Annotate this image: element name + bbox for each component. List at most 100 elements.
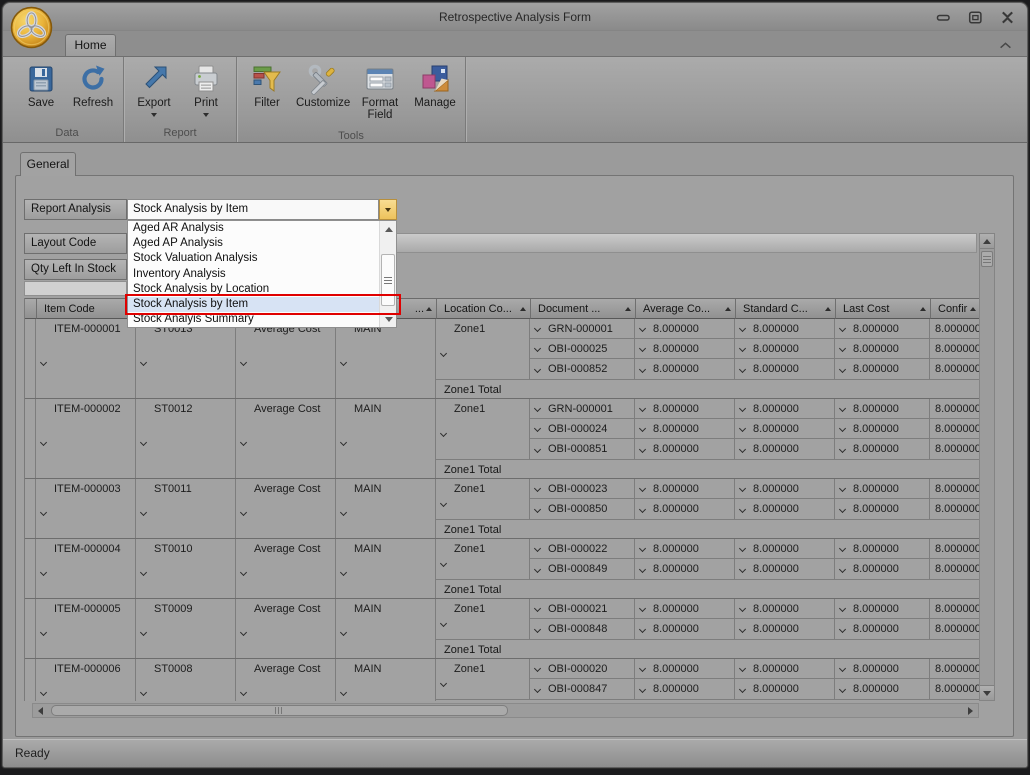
ribbon-button-format-field[interactable]: Format Field [351,59,409,129]
cell-document[interactable]: OBI-000021 [530,599,635,618]
cell-last-cost[interactable]: 8.000000 [835,559,930,579]
vertical-scrollbar[interactable] [979,233,995,701]
cell-standard-cost[interactable]: 8.000000 [735,619,835,639]
column-header-location-co[interactable]: Location Co... [437,299,531,319]
cell-average-cost[interactable]: 8.000000 [635,559,735,579]
cell-confirmed-cost[interactable]: 8.000000 [930,439,979,459]
cell-document[interactable]: OBI-000850 [530,499,635,519]
cell-standard-cost[interactable]: 8.000000 [735,419,835,438]
cell-average-cost[interactable]: 8.000000 [635,539,735,558]
cell-last-cost[interactable]: 8.000000 [835,619,930,639]
cell-confirmed-cost[interactable]: 8.000000 [930,479,979,498]
cell-confirmed-cost[interactable]: 8.000000 [930,559,979,579]
cell-location[interactable]: MAIN [336,599,436,658]
tab-home[interactable]: Home [65,34,116,56]
cell-last-cost[interactable]: 8.000000 [835,659,930,678]
scroll-left-button[interactable] [33,704,48,717]
cell-standard-cost[interactable]: 8.000000 [735,539,835,558]
minimize-button[interactable] [936,11,951,24]
cell-confirmed-cost[interactable]: 8.000000 [930,619,979,639]
cell-average-cost[interactable]: 8.000000 [635,679,735,699]
ribbon-button-print[interactable]: Print [180,59,232,126]
cell-last-cost[interactable]: 8.000000 [835,439,930,459]
cell-standard-cost[interactable]: 8.000000 [735,559,835,579]
cell-confirmed-cost[interactable]: 8.000000 [930,399,979,418]
row-indicator[interactable] [25,479,36,538]
tab-general[interactable]: General [20,152,76,176]
cell-last-cost[interactable]: 8.000000 [835,679,930,699]
cell-standard-cost[interactable]: 8.000000 [735,479,835,498]
cell-zone[interactable]: Zone1 [436,319,530,379]
cell-last-cost[interactable]: 8.000000 [835,399,930,418]
dropdown-option[interactable]: Stock Analysis by Item [128,296,379,313]
cell-document[interactable]: OBI-000852 [530,359,635,379]
cell-document[interactable]: OBI-000020 [530,659,635,678]
title-bar[interactable]: Retrospective Analysis Form [3,3,1027,31]
cell-confirmed-cost[interactable]: 8.000000 [930,359,979,379]
column-header-standard-c[interactable]: Standard C... [736,299,836,319]
cell-document[interactable]: GRN-000001 [530,319,635,338]
close-button[interactable] [1000,11,1015,24]
cell-stock-code[interactable]: ST0008 [136,659,236,701]
cell-standard-cost[interactable]: 8.000000 [735,599,835,618]
dropdown-option[interactable]: Stock Valuation Analysis [128,251,379,266]
cell-last-cost[interactable]: 8.000000 [835,479,930,498]
cell-average-cost[interactable]: 8.000000 [635,439,735,459]
restore-button[interactable] [968,11,983,24]
cell-confirmed-cost[interactable]: 8.000000 [930,539,979,558]
cell-zone[interactable]: Zone1 [436,659,530,699]
cell-location[interactable]: MAIN [336,479,436,538]
column-header-last-cost[interactable]: Last Cost [836,299,931,319]
cell-average-cost[interactable]: 8.000000 [635,339,735,358]
cell-location[interactable]: MAIN [336,399,436,478]
scroll-up-button[interactable] [381,222,396,236]
column-header-document[interactable]: Document ... [531,299,636,319]
cell-stock-code[interactable]: ST0009 [136,599,236,658]
ribbon-button-refresh[interactable]: Refresh [67,59,119,126]
cell-confirmed-cost[interactable]: 8.000000 [930,659,979,678]
cell-average-cost[interactable]: 8.000000 [635,619,735,639]
horizontal-scroll-thumb[interactable] [51,705,508,716]
combo-dropdown-button[interactable] [379,199,397,220]
row-indicator[interactable] [25,599,36,658]
cell-standard-cost[interactable]: 8.000000 [735,359,835,379]
row-indicator[interactable] [25,319,36,398]
cell-last-cost[interactable]: 8.000000 [835,419,930,438]
cell-average-cost[interactable]: 8.000000 [635,399,735,418]
dropdown-scrollbar[interactable] [379,221,396,327]
cell-average-cost[interactable]: 8.000000 [635,419,735,438]
cell-zone[interactable]: Zone1 [436,539,530,579]
cell-document[interactable]: GRN-000001 [530,399,635,418]
cell-zone[interactable]: Zone1 [436,479,530,519]
cell-last-cost[interactable]: 8.000000 [835,599,930,618]
dropdown-option[interactable]: Aged AR Analysis [128,221,379,236]
cell-zone[interactable]: Zone1 [436,399,530,459]
cell-standard-cost[interactable]: 8.000000 [735,399,835,418]
cell-item-code[interactable]: ITEM-000005 [36,599,136,658]
cell-average-cost[interactable]: 8.000000 [635,659,735,678]
dropdown-option[interactable]: Aged AP Analysis [128,236,379,251]
cell-standard-cost[interactable]: 8.000000 [735,319,835,338]
qty-left-in-stock-field[interactable] [24,281,127,296]
cell-average-cost[interactable]: 8.000000 [635,499,735,519]
cell-item-code[interactable]: ITEM-000006 [36,659,136,701]
cell-last-cost[interactable]: 8.000000 [835,339,930,358]
cell-location[interactable]: MAIN [336,539,436,598]
row-indicator[interactable] [25,659,36,701]
cell-location[interactable]: MAIN [336,659,436,701]
cell-average-cost[interactable]: 8.000000 [635,479,735,498]
row-indicator[interactable] [25,539,36,598]
app-logo-icon[interactable] [9,5,54,50]
ribbon-button-save[interactable]: Save [15,59,67,126]
dropdown-option[interactable]: Stock Analysis by Location [128,282,379,297]
cell-standard-cost[interactable]: 8.000000 [735,679,835,699]
cell-document[interactable]: OBI-000851 [530,439,635,459]
dropdown-scroll-thumb[interactable] [381,254,395,306]
cell-last-cost[interactable]: 8.000000 [835,539,930,558]
cell-confirmed-cost[interactable]: 8.000000 [930,319,979,338]
cell-document[interactable]: OBI-000849 [530,559,635,579]
column-header-average-co[interactable]: Average Co... [636,299,736,319]
cell-item-code[interactable]: ITEM-000004 [36,539,136,598]
cell-average-cost[interactable]: 8.000000 [635,319,735,338]
ribbon-button-export[interactable]: Export [128,59,180,126]
